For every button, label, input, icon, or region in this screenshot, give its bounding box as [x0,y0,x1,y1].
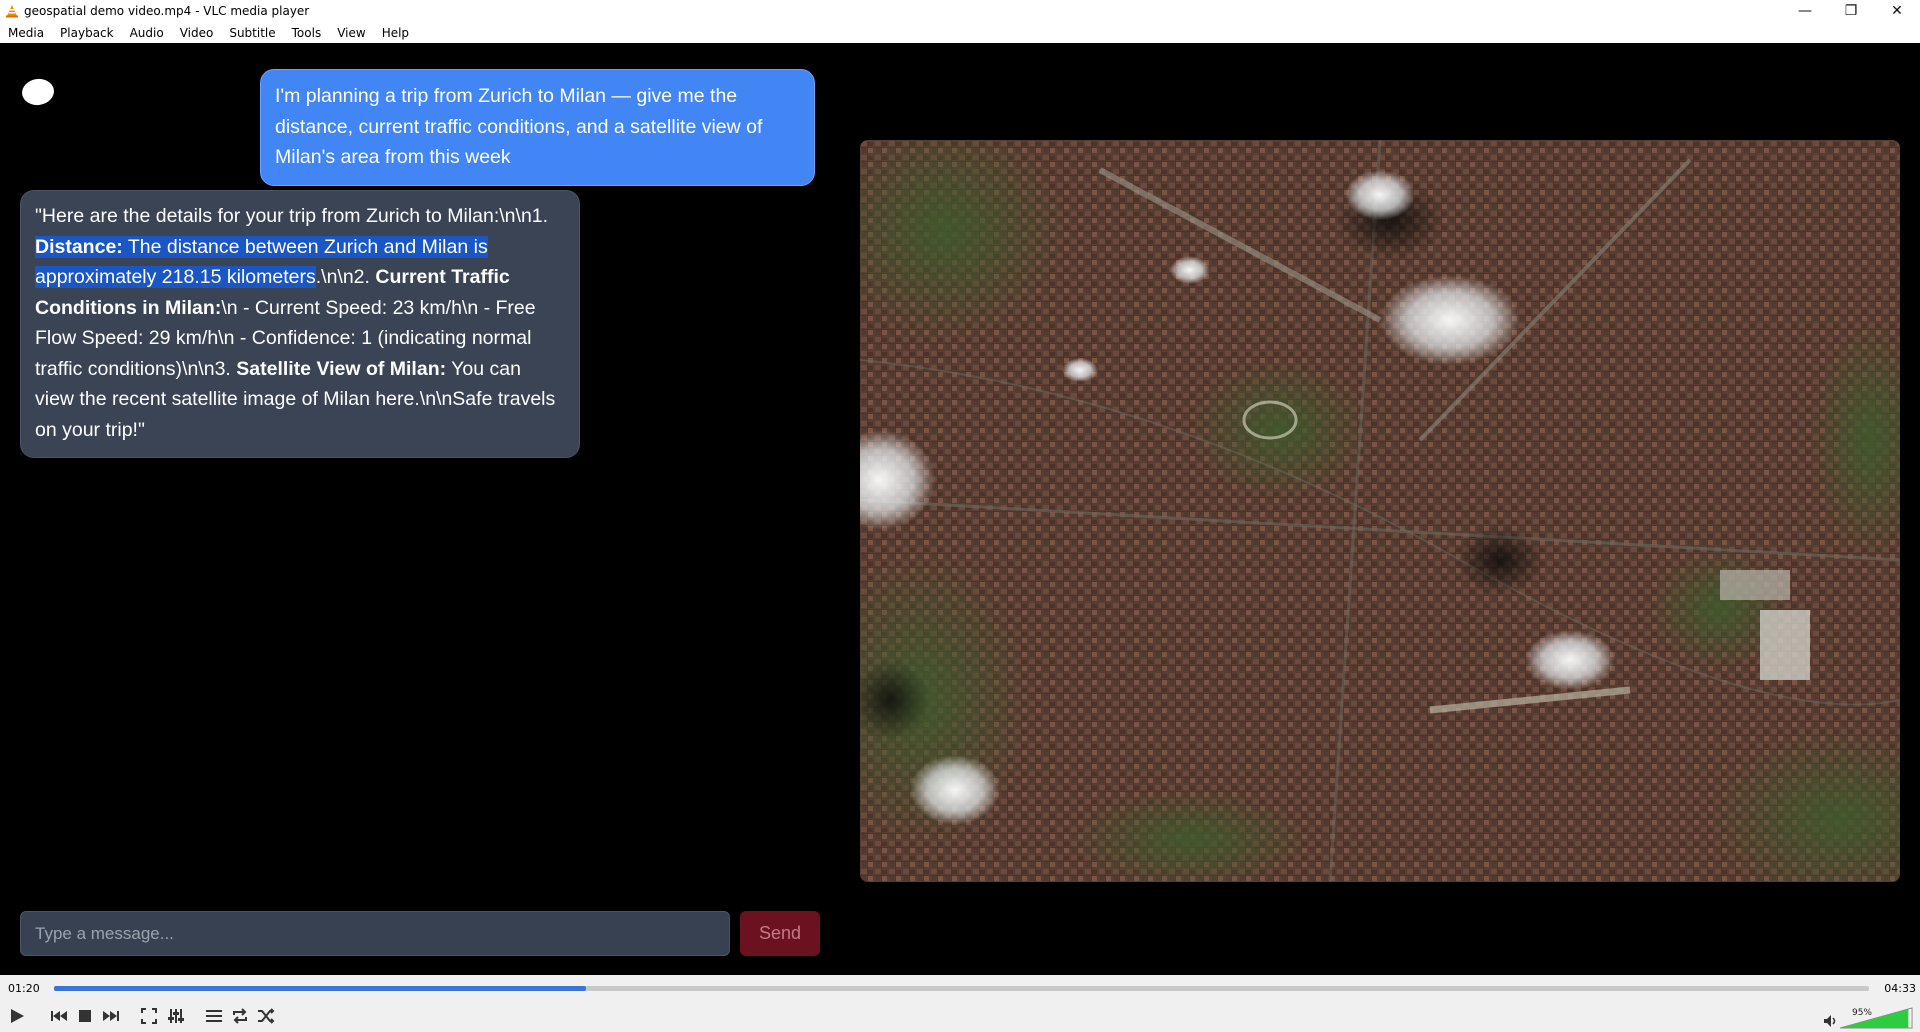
previous-button[interactable] [48,1005,70,1027]
user-message-bubble: I'm planning a trip from Zurich to Milan… [260,69,815,186]
vlc-cone-icon [6,5,18,18]
send-button[interactable]: Send [740,911,820,956]
menu-video[interactable]: Video [172,26,222,40]
assistant-message-bubble: "Here are the details for your trip from… [20,190,580,458]
volume-slider[interactable] [1840,1007,1914,1029]
menu-help[interactable]: Help [374,26,417,40]
playlist-button[interactable] [203,1005,225,1027]
shuffle-icon [258,1008,275,1024]
title-bar: geospatial demo video.mp4 - VLC media pl… [0,0,1920,22]
next-button[interactable] [100,1005,122,1027]
extended-settings-button[interactable] [165,1005,187,1027]
menu-bar: Media Playback Audio Video Subtitle Tool… [0,22,1920,43]
play-button[interactable] [6,1005,28,1027]
menu-subtitle[interactable]: Subtitle [221,26,283,40]
message-input[interactable] [20,911,730,956]
bot-bold-distance: Distance: [35,235,123,258]
video-area[interactable]: I'm planning a trip from Zurich to Milan… [0,43,1920,975]
satellite-map-graphic [860,140,1900,882]
menu-playback[interactable]: Playback [52,26,122,40]
window-controls: — ❐ ✕ [1782,0,1920,22]
window-title: geospatial demo video.mp4 - VLC media pl… [24,4,310,18]
close-button[interactable]: ✕ [1874,0,1920,22]
play-icon [11,1009,24,1023]
total-time: 04:33 [1884,982,1916,995]
seek-bar[interactable] [54,986,1869,991]
menu-audio[interactable]: Audio [122,26,172,40]
avatar [20,76,56,108]
stop-button[interactable] [74,1005,96,1027]
current-time: 01:20 [8,982,40,995]
menu-view[interactable]: View [329,26,373,40]
speaker-icon[interactable] [1824,1015,1838,1027]
menu-media[interactable]: Media [0,26,52,40]
fullscreen-button[interactable] [138,1005,160,1027]
menu-tools[interactable]: Tools [284,26,330,40]
loop-icon [233,1008,247,1024]
player-controls: 01:20 04:33 95% [0,975,1920,1032]
stop-icon [79,1010,91,1022]
loop-button[interactable] [229,1005,251,1027]
bot-text: "Here are the details for your trip from… [35,205,549,227]
shuffle-button[interactable] [255,1005,277,1027]
equalizer-icon [168,1009,184,1023]
next-icon [103,1011,119,1021]
bot-text: .\n\n2. [315,266,376,288]
satellite-image [860,140,1900,882]
previous-icon [51,1011,67,1021]
fullscreen-icon [141,1008,157,1024]
maximize-button[interactable]: ❐ [1828,0,1874,22]
playlist-icon [206,1010,222,1022]
bot-bold-satellite: Satellite View of Milan: [236,357,447,380]
minimize-button[interactable]: — [1782,0,1828,22]
seek-bar-progress [54,986,586,991]
